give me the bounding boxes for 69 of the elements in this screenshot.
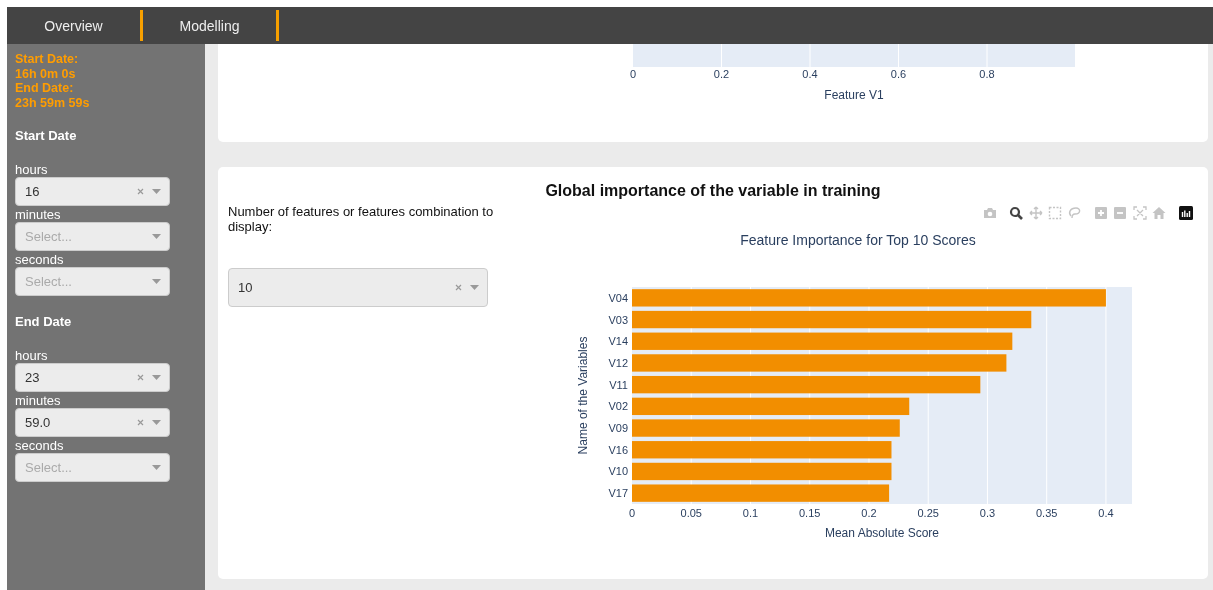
clear-icon[interactable] — [137, 419, 144, 426]
chart-title: Feature Importance for Top 10 Scores — [740, 232, 977, 248]
caret-icon — [152, 189, 161, 194]
category-label: V17 — [608, 487, 629, 500]
axis-title: Feature V1 — [824, 88, 884, 102]
axis-tick-label: 0.35 — [1036, 507, 1058, 519]
axis-tick-label: 0 — [629, 507, 636, 519]
category-label: V11 — [609, 378, 629, 391]
clear-icon[interactable] — [137, 188, 144, 195]
category-label: V09 — [608, 422, 629, 435]
nav-tab[interactable]: Modelling — [143, 13, 276, 38]
section-title: Start Date — [15, 128, 77, 143]
dropdown[interactable]: 16 — [15, 177, 170, 206]
axis-tick-label: 0.6 — [890, 68, 907, 80]
category-label: V14 — [608, 335, 629, 348]
axis-tick-label: 0.25 — [917, 507, 940, 519]
field-label: minutes — [15, 393, 61, 408]
axis-tick-label: 0.8 — [979, 68, 995, 80]
lasso-icon[interactable] — [1069, 207, 1081, 219]
dropdown[interactable]: 59.0 — [15, 408, 170, 437]
zoom-icon[interactable] — [1010, 206, 1024, 220]
axis-tick-label: 0.4 — [1098, 507, 1114, 519]
axis-tick-label: 0.1 — [743, 507, 759, 519]
field-label: Number of features or features combination to display: — [228, 204, 495, 234]
dropdown[interactable]: 23 — [15, 363, 170, 392]
zoom-in-icon[interactable] — [1095, 207, 1108, 219]
nav-tab[interactable]: Overview — [7, 13, 140, 38]
category-label: V04 — [608, 291, 629, 304]
axis-tick-label: 0.4 — [802, 68, 818, 80]
axis-tick-label: 0 — [629, 68, 637, 80]
caret-icon — [152, 420, 161, 425]
section-title: End Date — [15, 314, 72, 329]
home-icon[interactable] — [1152, 207, 1166, 219]
category-label: V10 — [608, 465, 629, 478]
field-label: seconds — [15, 438, 64, 453]
date-summary: End Date: — [15, 81, 74, 96]
caret-icon — [152, 375, 161, 380]
field-label: hours — [15, 348, 48, 363]
date-summary: 16h 0m 0s — [15, 66, 76, 81]
logo-icon[interactable] — [1179, 206, 1194, 220]
autoscale-icon[interactable] — [1133, 206, 1148, 220]
caret-icon — [152, 234, 161, 239]
category-label: V03 — [608, 313, 629, 326]
clear-icon[interactable] — [455, 284, 462, 291]
dropdown[interactable]: 10 — [228, 268, 488, 307]
category-label: V12 — [608, 356, 629, 369]
caret-icon — [152, 465, 161, 470]
axis-tick-label: 0.05 — [680, 507, 703, 519]
field-label: seconds — [15, 252, 64, 267]
camera-icon[interactable] — [984, 208, 997, 218]
caret-icon — [470, 285, 479, 290]
field-label: minutes — [15, 207, 61, 222]
pan-icon[interactable] — [1029, 206, 1044, 220]
axis-tick-label: 0.3 — [980, 507, 996, 519]
zoom-out-icon[interactable] — [1114, 207, 1127, 219]
category-label: V16 — [608, 443, 629, 456]
category-label: V02 — [608, 400, 629, 413]
axis-tick-label: 0.2 — [713, 68, 730, 80]
axis-tick-label: 0.15 — [799, 507, 821, 519]
box-select-icon[interactable] — [1049, 206, 1062, 220]
axis-title: Mean Absolute Score — [825, 526, 940, 540]
caret-icon — [152, 279, 161, 284]
panel-title: Global importance of the variable in training — [545, 181, 881, 200]
axis-tick-label: 0.2 — [861, 507, 877, 519]
clear-icon[interactable] — [137, 374, 144, 381]
field-label: hours — [15, 162, 48, 177]
date-summary: Start Date: — [15, 52, 79, 67]
axis-title: Name of the Variables — [576, 336, 591, 455]
date-summary: 23h 59m 59s — [15, 95, 90, 110]
